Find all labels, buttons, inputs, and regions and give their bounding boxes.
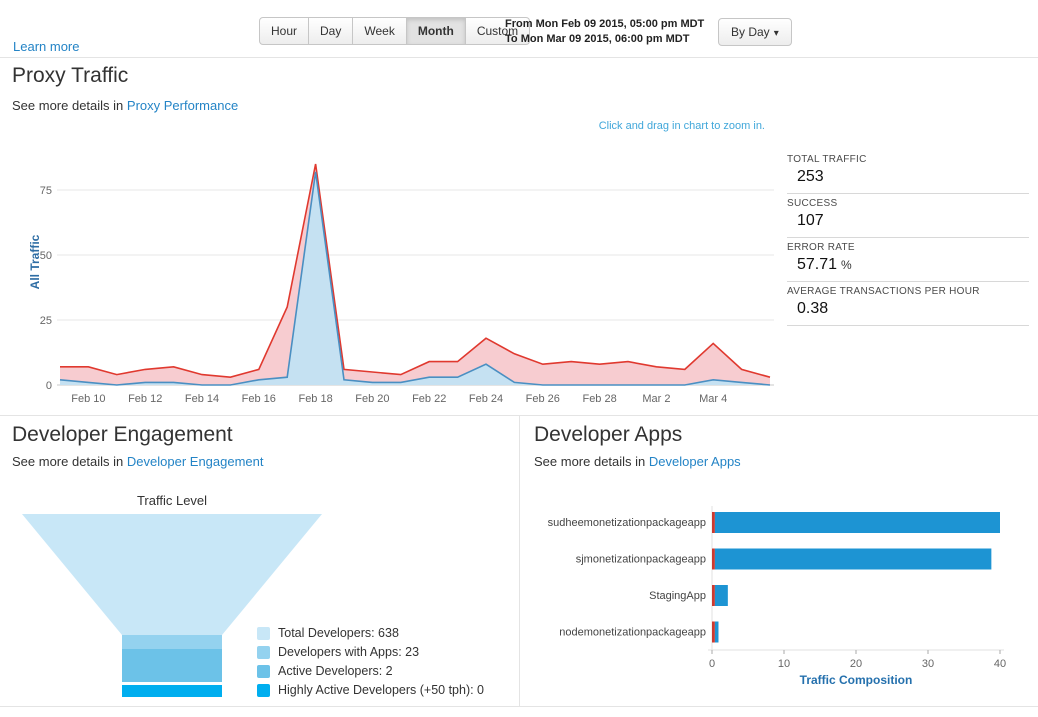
stat-avg-tph: AVERAGE TRANSACTIONS PER HOUR 0.38 (787, 282, 1029, 326)
legend-swatch (257, 664, 270, 678)
svg-text:Feb 28: Feb 28 (582, 393, 616, 405)
range-week-button[interactable]: Week (353, 17, 407, 45)
svg-text:0: 0 (709, 658, 715, 670)
section-divider (0, 706, 1038, 707)
date-range-from: From Mon Feb 09 2015, 05:00 pm MDT (505, 18, 705, 30)
svg-text:sjmonetizationpackageapp: sjmonetizationpackageapp (576, 554, 706, 566)
developer-apps-bar-chart: 0 10 20 30 40 sudheemonetizationpackageapp sjm… (548, 506, 1006, 687)
legend-item-developers-with-apps: Developers with Apps: 23 (257, 645, 484, 659)
svg-text:Feb 12: Feb 12 (128, 393, 162, 405)
learn-more-link[interactable]: Learn more (13, 39, 79, 54)
caret-down-icon: ▾ (773, 28, 779, 39)
svg-text:Feb 14: Feb 14 (185, 393, 219, 405)
legend-item-highly-active-developers: Highly Active Developers (+50 tph): 0 (257, 683, 484, 697)
developer-engagement-subtitle: See more details in Developer Engagement (12, 454, 264, 469)
proxy-traffic-subtitle: See more details in Proxy Performance (12, 98, 239, 113)
date-range-to: To Mon Mar 09 2015, 06:00 pm MDT (505, 33, 690, 45)
svg-text:Feb 20: Feb 20 (355, 393, 389, 405)
svg-text:25: 25 (40, 315, 52, 327)
svg-text:20: 20 (850, 658, 862, 670)
proxy-traffic-chart[interactable]: 0 25 50 75 Feb 10 Feb 12 Feb 14 Feb 16 Feb 18 Feb… (30, 138, 782, 408)
range-day-button[interactable]: Day (309, 17, 354, 45)
analytics-dashboard: Learn more Hour Day Week Month Custom Fr… (0, 0, 1038, 717)
svg-text:0: 0 (46, 380, 52, 392)
proxy-traffic-title: Proxy Traffic (12, 64, 129, 87)
developer-engagement-title: Developer Engagement (12, 423, 233, 446)
legend-swatch (257, 683, 270, 697)
column-divider (519, 416, 520, 707)
stat-total-traffic: TOTAL TRAFFIC 253 (787, 150, 1029, 194)
svg-text:Feb 26: Feb 26 (526, 393, 560, 405)
by-day-dropdown[interactable]: By Day ▾ (718, 18, 792, 46)
svg-text:Feb 18: Feb 18 (298, 393, 332, 405)
developer-engagement-link[interactable]: Developer Engagement (127, 454, 264, 469)
svg-text:50: 50 (40, 250, 52, 262)
svg-text:Feb 10: Feb 10 (71, 393, 105, 405)
proxy-performance-link[interactable]: Proxy Performance (127, 98, 238, 113)
time-range-button-group: Hour Day Week Month Custom (259, 17, 531, 45)
svg-text:Mar 2: Mar 2 (642, 393, 670, 405)
stat-error-rate: ERROR RATE 57.71% (787, 238, 1029, 282)
svg-text:Feb 16: Feb 16 (242, 393, 276, 405)
zoom-hint: Click and drag in chart to zoom in. (598, 120, 765, 132)
legend-item-total-developers: Total Developers: 638 (257, 626, 484, 640)
date-range: From Mon Feb 09 2015, 05:00 pm MDT To Mo… (505, 17, 704, 47)
funnel-title: Traffic Level (136, 493, 208, 508)
range-hour-button[interactable]: Hour (259, 17, 310, 45)
legend-item-active-developers: Active Developers: 2 (257, 664, 484, 678)
svg-text:Feb 24: Feb 24 (469, 393, 503, 405)
funnel-legend: Total Developers: 638 Developers with Ap… (257, 626, 484, 702)
svg-text:75: 75 (40, 185, 52, 197)
stat-success: SUCCESS 107 (787, 194, 1029, 238)
svg-text:StagingApp: StagingApp (649, 590, 706, 602)
legend-swatch (257, 645, 270, 659)
svg-text:sudheemonetizationpackageapp: sudheemonetizationpackageapp (548, 517, 706, 529)
legend-swatch (257, 626, 270, 640)
svg-text:30: 30 (922, 658, 934, 670)
svg-text:nodemonetizationpackageapp: nodemonetizationpackageapp (559, 627, 706, 639)
section-divider (0, 57, 1038, 58)
svg-text:Feb 22: Feb 22 (412, 393, 446, 405)
range-month-button[interactable]: Month (406, 17, 466, 45)
svg-text:10: 10 (778, 658, 790, 670)
developer-apps-subtitle: See more details in Developer Apps (534, 454, 741, 469)
developer-apps-link[interactable]: Developer Apps (649, 454, 741, 469)
developer-apps-title: Developer Apps (534, 423, 683, 446)
svg-text:40: 40 (994, 658, 1006, 670)
svg-text:Traffic Composition: Traffic Composition (800, 673, 913, 687)
svg-text:Mar 4: Mar 4 (699, 393, 727, 405)
traffic-stats-panel: TOTAL TRAFFIC 253 SUCCESS 107 ERROR RATE… (787, 150, 1029, 326)
